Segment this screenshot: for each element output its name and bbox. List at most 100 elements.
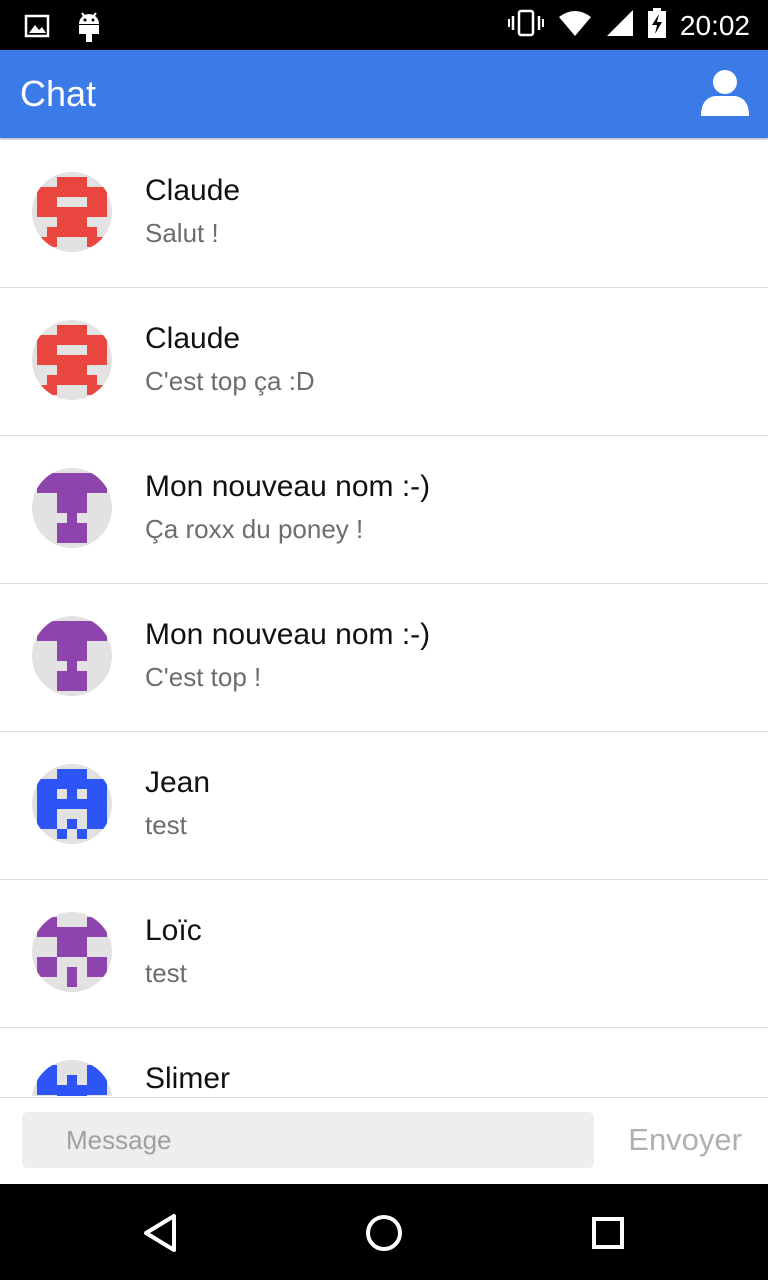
avatar-pixel [47,1085,57,1095]
avatar-pixel [67,483,77,493]
profile-button[interactable] [698,68,752,122]
recents-icon [583,1217,633,1262]
avatar-pixel [77,937,87,947]
avatar-pixel [77,947,87,957]
avatar-pixel [57,473,67,483]
avatar-pixel [67,207,77,217]
avatar-pixel [37,1065,47,1075]
page-title: Chat [20,73,97,114]
message-text: C'est top ! [145,662,262,692]
app-bar: Chat [0,50,768,138]
avatar-pixel [67,631,77,641]
avatar-pixel [47,197,57,207]
avatar-pixel [37,779,47,789]
sender-name: Claude [145,322,241,355]
avatar-pixel [47,967,57,977]
avatar-pixel [97,1065,107,1075]
avatar-pixel [67,375,77,385]
avatar-pixel [47,207,57,217]
signal-icon [606,9,634,42]
avatar-pixel [57,651,67,661]
avatar-pixel [57,1085,67,1095]
list-item[interactable]: Mon nouveau nom :-) C'est top ! [0,584,768,732]
avatar-pixel [77,829,87,839]
avatar-pixel [57,927,67,937]
back-icon [136,1214,186,1262]
avatar-pixel [87,1075,97,1085]
avatar-pixel [87,1085,97,1095]
avatar-pixel [87,473,97,483]
list-item[interactable]: Jean test [0,732,768,880]
send-button[interactable]: Envoyer [628,1112,742,1168]
avatar-pixel [57,355,67,365]
avatar-pixel [37,957,47,967]
avatar-pixel [67,819,77,829]
avatar-pixel [57,177,67,187]
avatar-pixel [67,769,77,779]
list-item[interactable]: Claude C'est top ça :D [0,288,768,436]
message-list[interactable]: Claude Salut ! Claude C'est top ça :D Mo… [0,140,768,1096]
avatar-pixel [47,375,57,385]
avatar-pixel [47,1075,57,1085]
avatar-pixel [37,385,47,395]
list-item[interactable]: Claude Salut ! [0,140,768,288]
avatar-pixel [67,641,77,651]
avatar-pixel [37,631,47,641]
list-item[interactable]: Slimer [0,1028,768,1096]
navigation-bar [0,1184,768,1280]
avatar-pixel [67,779,77,789]
avatar-pixel [87,207,97,217]
avatar-pixel [87,957,97,967]
avatar-pixel [37,927,47,937]
avatar-pixel [57,671,67,681]
avatar-pixel [67,977,77,987]
message-text: Ça roxx du poney ! [145,514,364,544]
message-text: test [145,958,187,988]
avatar-pixel [47,779,57,789]
list-item[interactable]: Mon nouveau nom :-) Ça roxx du poney ! [0,436,768,584]
avatar-pixel [77,187,87,197]
avatar-pixel [47,355,57,365]
avatar-pixel [67,473,77,483]
avatar-pixel [57,681,67,691]
avatar-pixel [77,1095,87,1096]
avatar-pixel [87,355,97,365]
avatar-pixel [37,207,47,217]
avatar-pixel [47,483,57,493]
avatar-pixel [97,621,107,631]
avatar-pixel [67,533,77,543]
avatar-pixel [47,187,57,197]
avatar-pixel [77,533,87,543]
recents-button[interactable] [583,1208,633,1258]
message-input[interactable] [22,1112,594,1168]
avatar-pixel [57,769,67,779]
avatar-pixel [37,345,47,355]
home-button[interactable] [359,1208,409,1258]
avatar-pixel [47,957,57,967]
avatar-pixel [67,671,77,681]
avatar-pixel [77,227,87,237]
avatar-pixel [57,187,67,197]
avatar-pixel [57,621,67,631]
avatar-pixel [77,769,87,779]
avatar-pixel [67,789,77,799]
avatar-pixel [77,335,87,345]
avatar-pixel [87,1065,97,1075]
list-item[interactable]: Loïc test [0,880,768,1028]
person-icon [699,68,751,123]
avatar-pixel [87,227,97,237]
avatar-pixel [87,375,97,385]
avatar-pixel [57,325,67,335]
avatar-pixel [57,375,67,385]
avatar-pixel [67,651,77,661]
avatar-pixel [77,681,87,691]
back-button[interactable] [136,1208,186,1258]
message-text: Salut ! [145,218,219,248]
avatar-pixel [67,947,77,957]
avatar-pixel [37,809,47,819]
avatar-pixel [57,207,67,217]
avatar-pixel [67,927,77,937]
avatar-pixel [67,621,77,631]
avatar-pixel [57,779,67,789]
avatar-pixel [77,365,87,375]
